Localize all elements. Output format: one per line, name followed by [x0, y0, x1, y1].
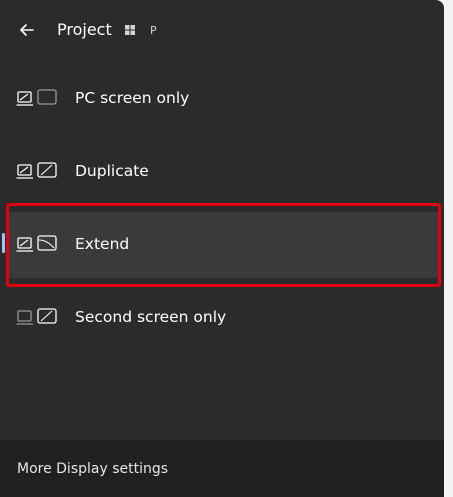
windows-key-icon [125, 25, 135, 35]
more-display-settings-link[interactable]: More Display settings [17, 459, 168, 479]
flyout-header: Project P [0, 0, 444, 60]
option-label: Second screen only [75, 308, 227, 326]
option-label: PC screen only [75, 89, 190, 107]
option-duplicate[interactable]: Duplicate [6, 139, 439, 205]
option-extend[interactable]: Extend [6, 212, 439, 278]
second-screen-only-icon [16, 308, 57, 325]
selection-indicator [2, 233, 5, 253]
flyout-title: Project [57, 20, 112, 39]
window-edge [444, 0, 453, 497]
pc-screen-only-icon [16, 89, 57, 106]
back-arrow-icon[interactable] [14, 17, 40, 43]
option-second-screen-only[interactable]: Second screen only [6, 285, 439, 351]
project-flyout: Project P PC screen only Duplicate Exten… [0, 0, 444, 497]
extend-icon [16, 235, 57, 252]
duplicate-icon [16, 162, 57, 179]
option-label: Extend [75, 235, 130, 253]
option-pc-screen-only[interactable]: PC screen only [6, 66, 439, 132]
flyout-footer: More Display settings [0, 440, 444, 497]
option-label: Duplicate [75, 162, 149, 180]
shortcut-key-label: P [150, 23, 157, 37]
